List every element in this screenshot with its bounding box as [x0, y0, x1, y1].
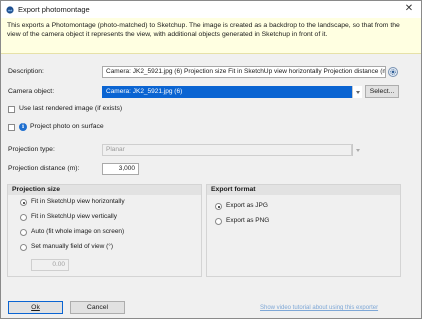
- projection-distance-input[interactable]: 3,000: [102, 163, 139, 175]
- select-camera-button[interactable]: Select...: [365, 85, 399, 98]
- radio-export-png[interactable]: [215, 218, 222, 225]
- radio-fit-horizontally-label: Fit in SketchUp view horizontally: [31, 198, 125, 205]
- radio-export-jpg-label: Export as JPG: [226, 202, 268, 209]
- info-icon[interactable]: i: [19, 123, 27, 131]
- use-last-rendered-checkbox[interactable]: [8, 106, 15, 113]
- radio-manual-fov[interactable]: [20, 244, 27, 251]
- ok-button-label: Ok: [31, 304, 40, 311]
- export-photomontage-dialog: Export photomontage ✕ This exports a Pho…: [0, 0, 422, 319]
- camera-object-dropdown[interactable]: Camera: JK2_5921.jpg (6): [102, 86, 352, 98]
- fov-input[interactable]: 0.00: [31, 259, 69, 271]
- description-field[interactable]: Camera: JK2_5921.jpg (6) Projection size…: [102, 66, 386, 78]
- radio-export-png-label: Export as PNG: [226, 217, 270, 224]
- description-options-icon[interactable]: [388, 67, 398, 77]
- projection-size-heading: Projection size: [8, 185, 201, 195]
- title-bar: Export photomontage ✕: [1, 1, 421, 18]
- radio-auto-fit[interactable]: [20, 229, 27, 236]
- radio-fit-vertically[interactable]: [20, 214, 27, 221]
- video-tutorial-link[interactable]: Show video tutorial about using this exp…: [260, 305, 378, 311]
- camera-object-label: Camera object:: [8, 88, 55, 95]
- ok-button[interactable]: Ok: [8, 301, 63, 314]
- radio-export-jpg[interactable]: [215, 203, 222, 210]
- camera-object-dropdown-arrow-icon[interactable]: [352, 86, 362, 98]
- window-title: Export photomontage: [18, 5, 90, 14]
- info-banner: This exports a Photomontage (photo-match…: [1, 18, 421, 54]
- cancel-button[interactable]: Cancel: [70, 301, 125, 314]
- projection-type-label: Projection type:: [8, 146, 55, 153]
- radio-fit-horizontally[interactable]: [20, 199, 27, 206]
- close-icon[interactable]: ✕: [403, 3, 415, 15]
- projection-type-dropdown[interactable]: Planar: [102, 144, 352, 156]
- project-photo-label: Project photo on surface: [30, 123, 104, 130]
- radio-auto-fit-label: Auto (fit whole image on screen): [31, 228, 125, 235]
- use-last-rendered-label: Use last rendered image (if exists): [19, 105, 123, 112]
- project-photo-checkbox[interactable]: [8, 124, 15, 131]
- description-label: Description:: [8, 68, 44, 75]
- app-logo-icon: [6, 5, 14, 14]
- projection-type-dropdown-arrow-icon[interactable]: [352, 144, 362, 156]
- radio-fit-vertically-label: Fit in SketchUp view vertically: [31, 213, 117, 220]
- projection-distance-label: Projection distance (m):: [8, 165, 80, 172]
- export-format-heading: Export format: [207, 185, 400, 195]
- radio-manual-fov-label: Set manually field of view (°): [31, 243, 114, 250]
- export-format-group: Export format: [206, 184, 401, 277]
